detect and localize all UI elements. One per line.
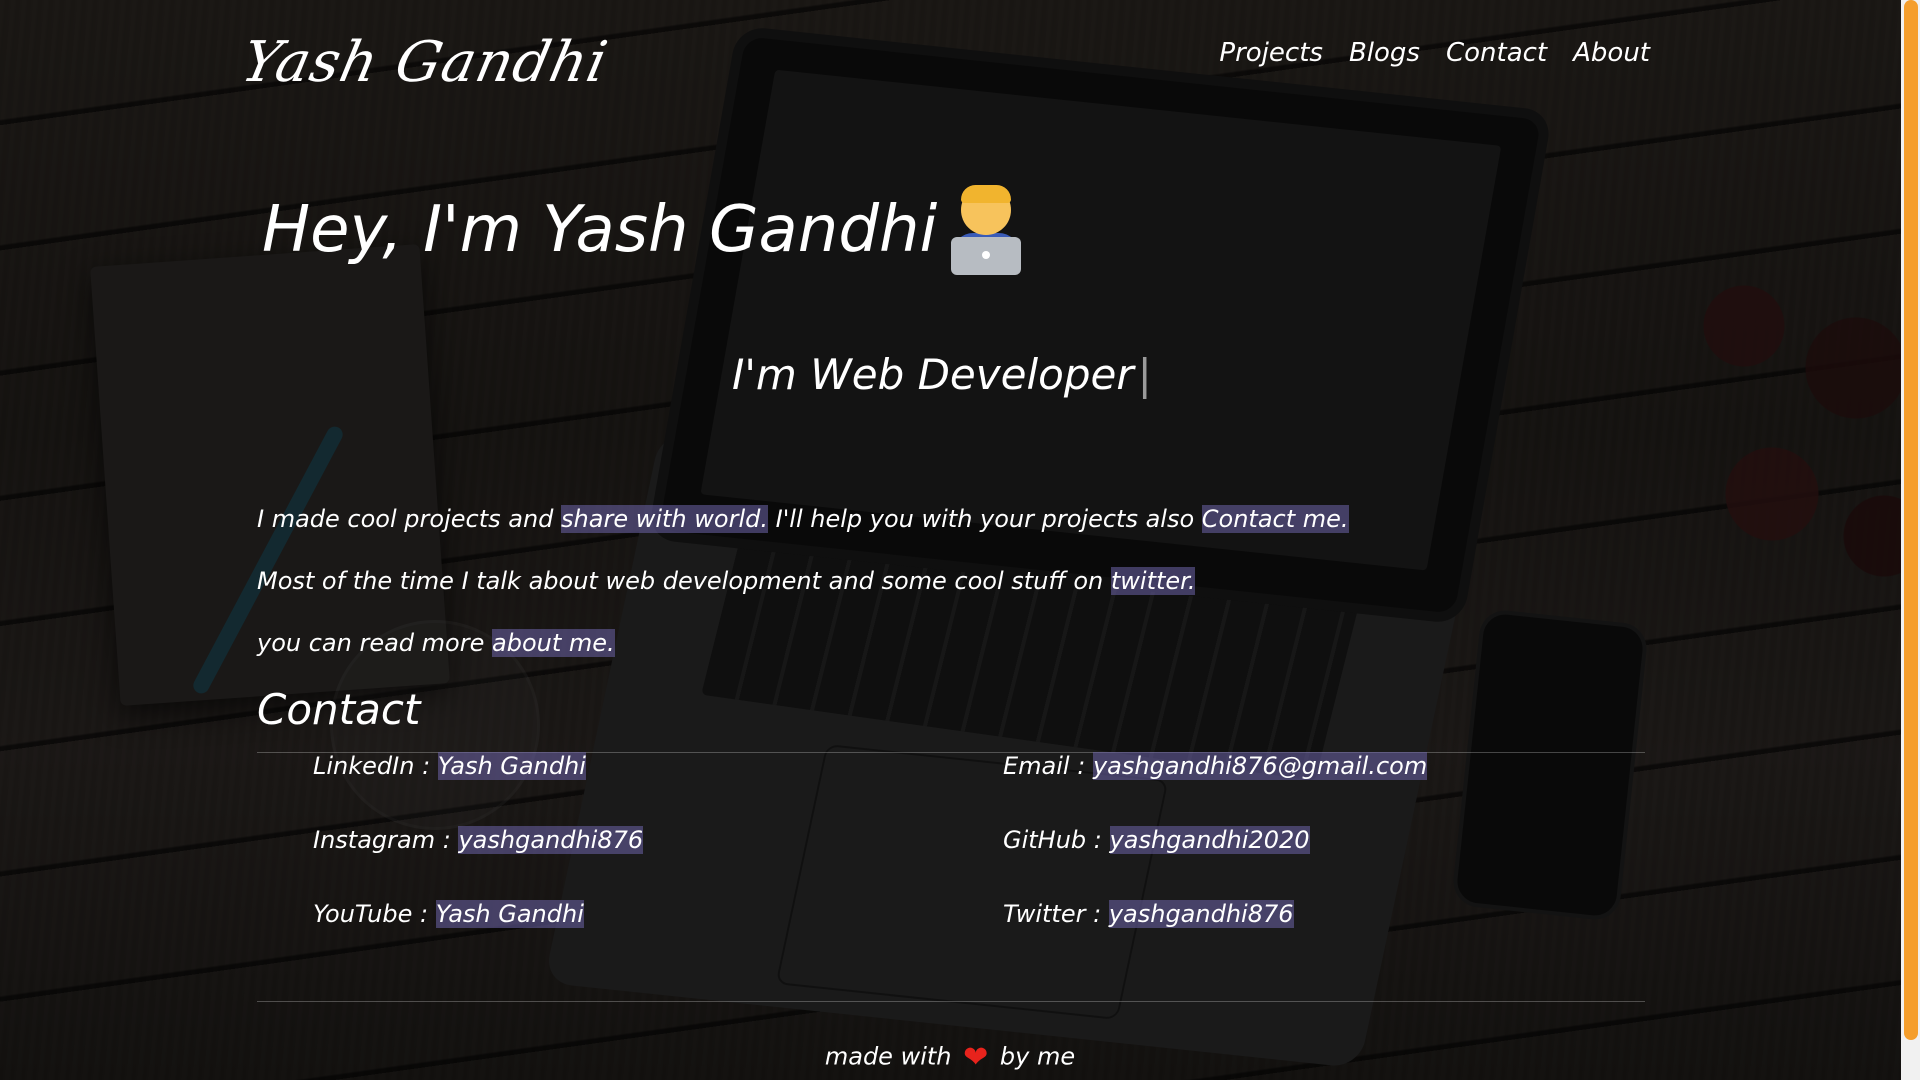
heart-icon: ❤ xyxy=(963,1040,989,1075)
contact-twitter: Twitter : yashgandhi876 xyxy=(1003,900,1294,928)
typing-cursor: | xyxy=(1137,350,1152,399)
emoji-hair xyxy=(961,185,1012,203)
page-content: Yash Gandhi Projects Blogs Contact About… xyxy=(0,0,1900,1080)
share-with-world-link[interactable]: share with world. xyxy=(561,505,768,533)
hero-title: Hey, I'm Yash Gandhi xyxy=(262,185,1027,275)
intro-line-2: Most of the time I talk about web develo… xyxy=(257,550,1657,612)
linkedin-link[interactable]: Yash Gandhi xyxy=(437,752,586,780)
main-nav: Projects Blogs Contact About xyxy=(1219,38,1650,68)
contact-linkedin: LinkedIn : Yash Gandhi xyxy=(313,752,586,780)
instagram-link[interactable]: yashgandhi876 xyxy=(458,826,644,854)
contact-label: Email : xyxy=(1003,752,1086,780)
contact-me-link[interactable]: Contact me. xyxy=(1201,505,1349,533)
contact-github: GitHub : yashgandhi2020 xyxy=(1003,826,1310,854)
intro-text: I made cool projects and share with worl… xyxy=(257,488,1657,674)
intro-line-1-middle: I'll help you with your projects also xyxy=(767,505,1202,533)
github-link[interactable]: yashgandhi2020 xyxy=(1109,826,1310,854)
about-me-link[interactable]: about me. xyxy=(492,629,615,657)
nav-projects[interactable]: Projects xyxy=(1219,38,1323,68)
contact-label: GitHub : xyxy=(1003,826,1102,854)
typed-role-text: I'm Web Developer xyxy=(732,350,1134,399)
footer-prefix: made with xyxy=(824,1042,952,1071)
contact-label: Twitter : xyxy=(1003,900,1102,928)
scrollbar-track[interactable] xyxy=(1901,0,1920,1080)
nav-contact[interactable]: Contact xyxy=(1446,38,1547,68)
twitter-handle-link[interactable]: yashgandhi876 xyxy=(1108,900,1294,928)
contact-heading: Contact xyxy=(257,685,421,734)
intro-line-1: I made cool projects and share with worl… xyxy=(257,488,1657,550)
contact-label: LinkedIn : xyxy=(313,752,431,780)
scrollbar-thumb[interactable] xyxy=(1904,0,1918,1040)
typed-role: I'm Web Developer| xyxy=(732,350,1152,399)
intro-line-3: you can read more about me. xyxy=(257,612,1657,674)
man-technologist-icon xyxy=(947,185,1027,275)
footer-divider xyxy=(257,1001,1645,1002)
hero-greeting: Hey, I'm Yash Gandhi xyxy=(262,193,938,267)
contact-label: Instagram : xyxy=(313,826,451,854)
email-link[interactable]: yashgandhi876@gmail.com xyxy=(1092,752,1428,780)
youtube-link[interactable]: Yash Gandhi xyxy=(435,900,584,928)
footer-suffix: by me xyxy=(999,1042,1076,1071)
twitter-link[interactable]: twitter. xyxy=(1110,567,1196,595)
contact-instagram: Instagram : yashgandhi876 xyxy=(313,826,644,854)
contact-email: Email : yashgandhi876@gmail.com xyxy=(1003,752,1428,780)
intro-line-3-prefix: you can read more xyxy=(257,629,492,657)
site-logo[interactable]: Yash Gandhi xyxy=(236,30,613,95)
contact-label: YouTube : xyxy=(313,900,429,928)
footer: made with ❤ by me xyxy=(0,1040,1900,1075)
intro-line-1-prefix: I made cool projects and xyxy=(257,505,562,533)
contact-youtube: YouTube : Yash Gandhi xyxy=(313,900,584,928)
nav-about[interactable]: About xyxy=(1573,38,1650,68)
intro-line-2-prefix: Most of the time I talk about web develo… xyxy=(257,567,1111,595)
nav-blogs[interactable]: Blogs xyxy=(1349,38,1420,68)
